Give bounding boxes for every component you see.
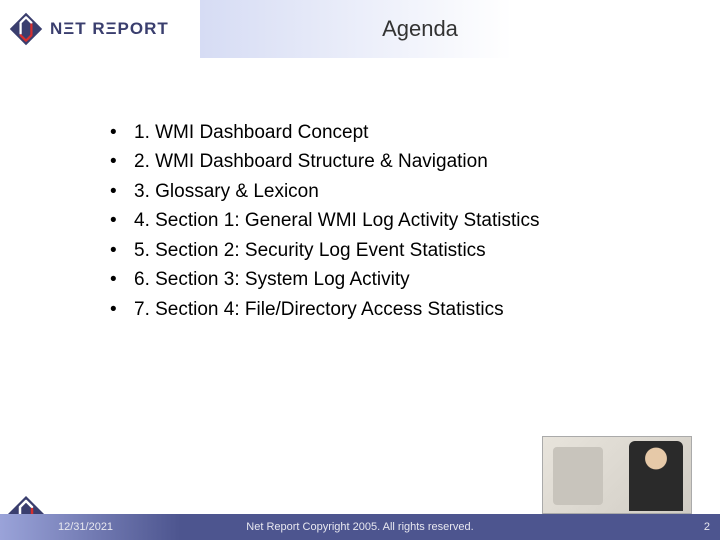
footer-page-number: 2 <box>704 521 710 533</box>
footer-date: 12/31/2021 <box>58 521 113 533</box>
slide-footer: 12/31/2021 Net Report Copyright 2005. Al… <box>0 480 720 540</box>
logo-text: NΞT RΞPORT <box>50 19 169 39</box>
list-item: 1. WMI Dashboard Concept <box>110 118 690 147</box>
footer-bar: 12/31/2021 Net Report Copyright 2005. Al… <box>0 514 720 540</box>
slide-content: 1. WMI Dashboard Concept 2. WMI Dashboar… <box>0 58 720 324</box>
net-report-logo-icon <box>8 11 44 47</box>
list-item: 7. Section 4: File/Directory Access Stat… <box>110 295 690 324</box>
list-item: 3. Glossary & Lexicon <box>110 177 690 206</box>
slide-header: NΞT RΞPORT Agenda <box>0 0 720 58</box>
agenda-list: 1. WMI Dashboard Concept 2. WMI Dashboar… <box>110 118 690 324</box>
list-item: 2. WMI Dashboard Structure & Navigation <box>110 147 690 176</box>
footer-decorative-photo <box>542 436 692 514</box>
list-item: 5. Section 2: Security Log Event Statist… <box>110 236 690 265</box>
list-item: 6. Section 3: System Log Activity <box>110 265 690 294</box>
footer-copyright: Net Report Copyright 2005. All rights re… <box>246 521 473 533</box>
slide-title: Agenda <box>200 0 720 58</box>
logo-area: NΞT RΞPORT <box>0 11 200 47</box>
list-item: 4. Section 1: General WMI Log Activity S… <box>110 206 690 235</box>
